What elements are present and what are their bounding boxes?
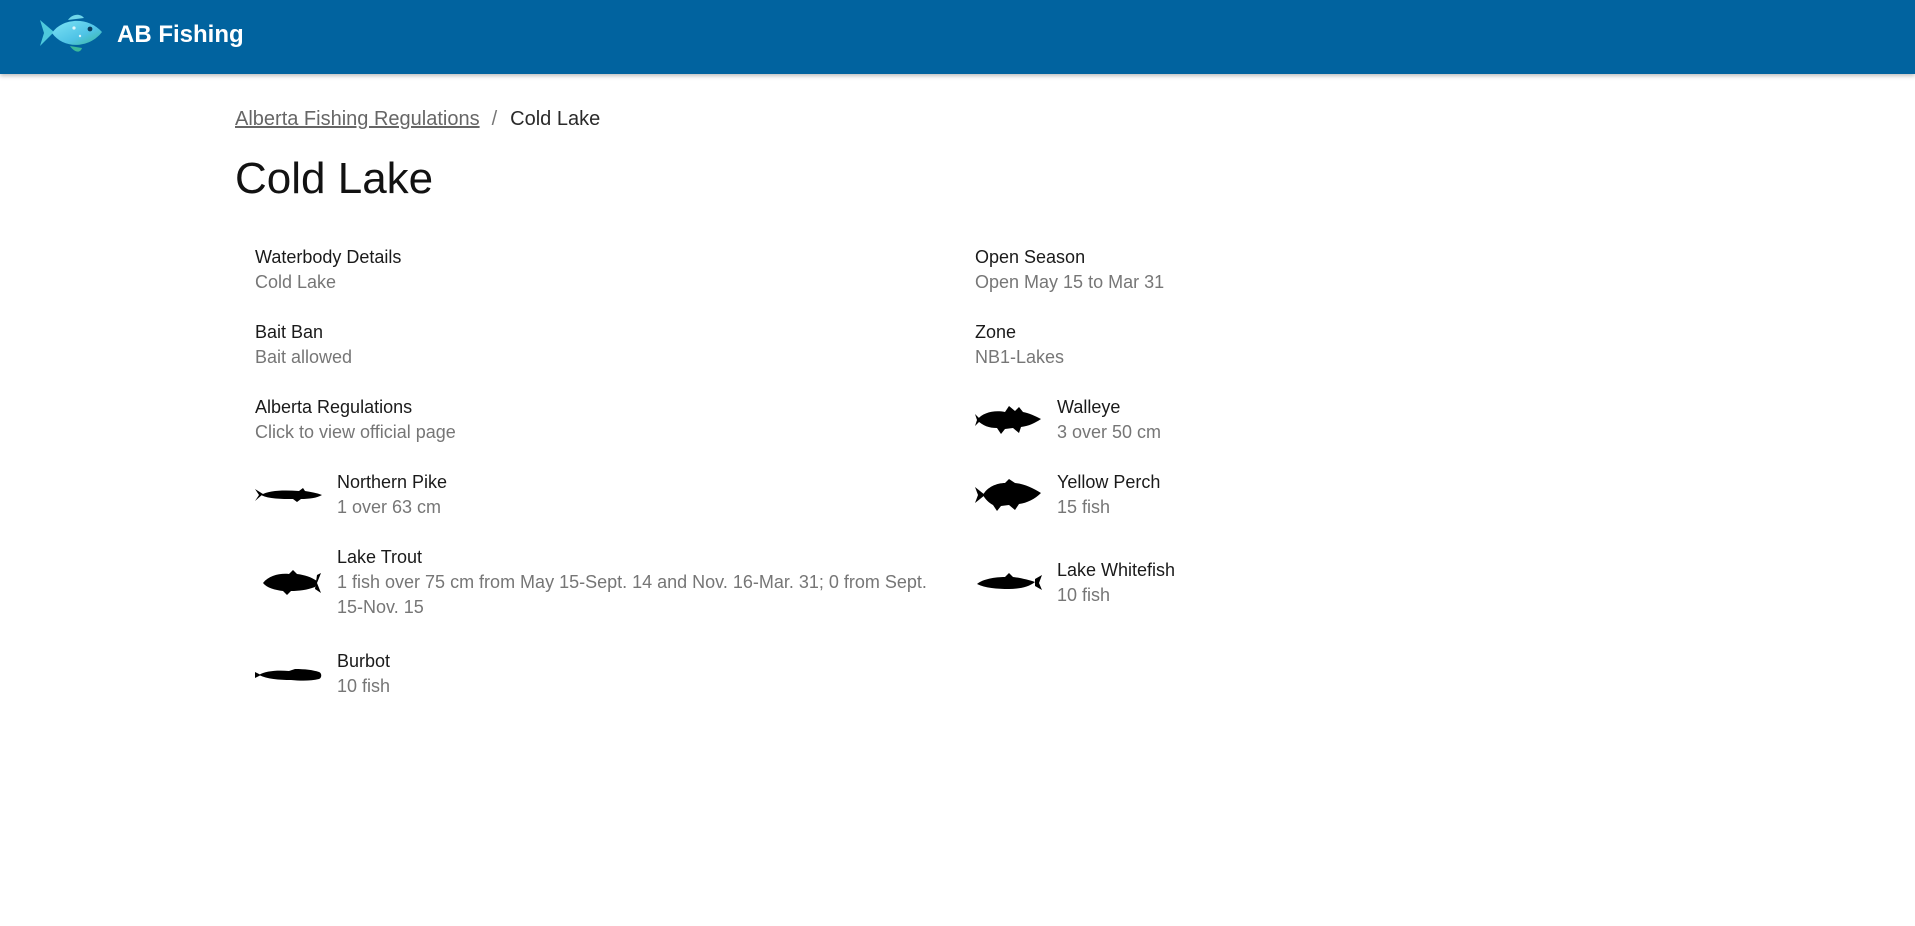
waterbody-details-label: Waterbody Details	[255, 247, 402, 267]
bait-ban: Bait Ban Bait allowed	[255, 320, 352, 370]
species-northern-pike: Northern Pike 1 over 63 cm	[255, 470, 447, 520]
open-season-label: Open Season	[975, 247, 1086, 267]
species-limit: 1 over 63 cm	[337, 497, 442, 517]
zone: Zone NB1-Lakes	[975, 320, 1064, 370]
page-title: Cold Lake	[235, 154, 434, 203]
open-season: Open Season Open May 15 to Mar 31	[975, 245, 1164, 295]
species-name: Northern Pike	[337, 472, 448, 492]
alberta-regulations-link[interactable]: Alberta Regulations Click to view offici…	[255, 395, 456, 445]
breadcrumb-link-regulations[interactable]: Alberta Fishing Regulations	[235, 108, 480, 131]
open-season-value: Open May 15 to Mar 31	[975, 272, 1165, 292]
walleye-icon	[975, 406, 1041, 434]
bait-ban-label: Bait Ban	[255, 322, 324, 342]
alberta-regulations-value: Click to view official page	[255, 422, 456, 442]
species-lake-whitefish: Lake Whitefish 10 fish	[975, 558, 1175, 608]
species-limit-line-1: 1 fish over 75 cm from May 15-Sept. 14 a…	[337, 572, 927, 592]
species-limit: 10 fish	[1057, 585, 1111, 605]
lake-whitefish-icon	[977, 573, 1042, 590]
breadcrumb-current: Cold Lake	[510, 108, 601, 130]
species-yellow-perch: Yellow Perch 15 fish	[975, 470, 1160, 520]
species-limit: 15 fish	[1057, 497, 1111, 517]
northern-pike-icon	[255, 488, 322, 502]
species-name: Lake Whitefish	[1057, 560, 1176, 580]
zone-label: Zone	[975, 322, 1017, 342]
species-walleye: Walleye 3 over 50 cm	[975, 395, 1161, 445]
app-title[interactable]: AB Fishing	[117, 21, 244, 49]
breadcrumb-separator: /	[491, 108, 498, 130]
waterbody-details: Waterbody Details Cold Lake	[255, 245, 401, 295]
species-name: Walleye	[1057, 397, 1121, 417]
burbot-icon	[255, 669, 322, 681]
species-name: Burbot	[337, 651, 391, 671]
species-burbot: Burbot 10 fish	[255, 649, 390, 699]
zone-value: NB1-Lakes	[975, 347, 1065, 367]
species-name: Yellow Perch	[1057, 472, 1161, 492]
app-bar: AB Fishing	[0, 0, 1915, 74]
species-limit: 3 over 50 cm	[1057, 422, 1162, 442]
yellow-perch-icon	[975, 479, 1041, 511]
bait-ban-value: Bait allowed	[255, 347, 353, 367]
species-name: Lake Trout	[337, 547, 423, 567]
alberta-regulations-label: Alberta Regulations	[255, 397, 413, 417]
breadcrumb: Alberta Fishing Regulations / Cold Lake	[235, 108, 600, 131]
waterbody-details-value: Cold Lake	[255, 272, 337, 292]
species-lake-trout: Lake Trout 1 fish over 75 cm from May 15…	[255, 545, 927, 620]
fish-logo-icon[interactable]	[38, 12, 104, 56]
species-limit: 10 fish	[337, 676, 391, 696]
species-limit-line-2: 15-Nov. 15	[337, 597, 424, 617]
lake-trout-icon	[263, 569, 321, 595]
